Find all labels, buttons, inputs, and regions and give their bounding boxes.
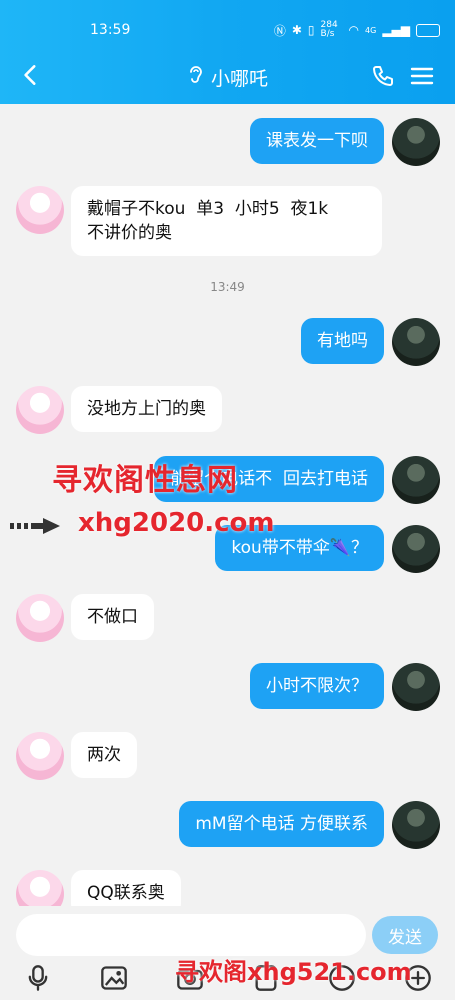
my-avatar[interactable] [392,801,440,849]
my-avatar[interactable] [392,525,440,573]
message-input[interactable] [16,914,366,956]
microphone-icon[interactable] [24,964,52,992]
message-bubble-sent[interactable]: 课表发一下呗 [250,118,384,164]
menu-icon[interactable] [410,64,434,88]
message-bubble-sent[interactable]: mM留个电话 方便联系 [179,801,384,847]
message-bubble-sent[interactable]: 小时不限次？ [250,663,384,709]
contact-avatar[interactable] [16,386,64,434]
my-avatar[interactable] [392,456,440,504]
message-list[interactable]: 课表发一下呗 戴帽子不kou 单3 小时5 夜1k 不讲价的奥 13:49 有地… [0,104,455,910]
message-bubble-received[interactable]: 两次 [71,732,137,778]
contact-avatar[interactable] [16,594,64,642]
arrow-icon [10,518,60,534]
signal-label: 4G [365,25,377,35]
my-avatar[interactable] [392,318,440,366]
image-icon[interactable] [100,964,128,992]
my-avatar[interactable] [392,663,440,711]
status-icons: Ⓝ ✱ ▯ 284 B/s ◠ 4G ▂▄▆ [274,21,440,39]
my-avatar[interactable] [392,118,440,166]
message-bubble-received[interactable]: QQ联系奥 [71,870,181,910]
watermark-middle: xhg2020.com [78,508,275,538]
chat-header: 13:59 Ⓝ ✱ ▯ 284 B/s ◠ 4G ▂▄▆ 小哪吒 [0,0,455,104]
wifi-icon: ◠ [348,23,360,37]
timestamp: 13:49 [210,280,245,294]
message-bubble-sent[interactable]: 有地吗 [301,318,384,364]
network-speed: 284 B/s [320,20,338,39]
message-bubble-received[interactable]: 不做口 [71,594,154,640]
send-button[interactable]: 发送 [372,916,438,954]
vibrate-icon: ▯ [307,23,315,37]
status-bar: 13:59 Ⓝ ✱ ▯ 284 B/s ◠ 4G ▂▄▆ [0,16,455,44]
message-bubble-received[interactable]: 没地方上门的奥 [71,386,222,432]
contact-name: 小哪吒 [210,68,268,90]
status-time: 13:59 [90,22,131,38]
nfc-icon: Ⓝ [273,23,286,38]
watermark-bottom: 寻欢阁xhg521.com [175,958,412,986]
bluetooth-icon: ✱ [291,23,302,37]
phone-icon[interactable] [371,64,395,88]
contact-avatar[interactable] [16,870,64,910]
battery-icon [416,23,440,37]
ear-icon [190,66,202,83]
nav-bar: 小哪吒 [0,52,455,98]
message-bubble-received[interactable]: 戴帽子不kou 单3 小时5 夜1k 不讲价的奥 [71,186,382,256]
signal-icon: ▂▄▆ [382,23,410,37]
contact-avatar[interactable] [16,732,64,780]
contact-avatar[interactable] [16,186,64,234]
watermark-top: 寻欢阁性息网 [52,463,238,498]
